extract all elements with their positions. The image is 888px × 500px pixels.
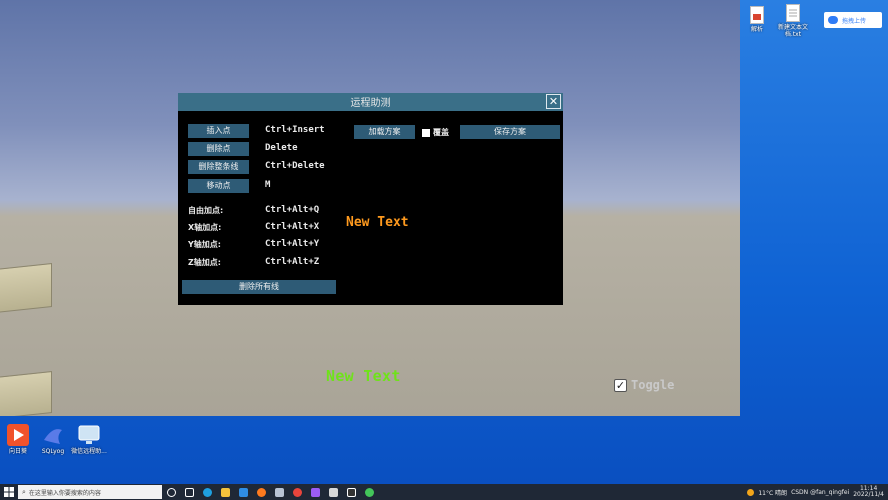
search-placeholder: 在这里输入你要搜索的内容 xyxy=(28,489,101,497)
shortcut-move: M xyxy=(265,180,271,190)
search-circle-icon xyxy=(166,487,176,497)
desktop-icon-textfile[interactable]: 新建文本文 档.txt xyxy=(776,4,810,38)
shortcut-insert: Ctrl+Insert xyxy=(265,125,325,135)
z-axis-label: Z轴加点: xyxy=(188,258,221,267)
panel-title: 运程助测 xyxy=(350,98,391,109)
taskbar-app-edge[interactable] xyxy=(198,484,216,500)
taskbar-app-monitor[interactable] xyxy=(270,484,288,500)
cube-object xyxy=(0,371,52,416)
wechat-icon xyxy=(364,487,374,497)
toggle-checkbox[interactable]: ✓ xyxy=(614,378,627,392)
close-button[interactable]: ✕ xyxy=(546,94,561,109)
edge-icon xyxy=(202,487,212,497)
cover-checkbox[interactable] xyxy=(422,129,430,137)
taskbar-app-taskview[interactable] xyxy=(180,484,198,500)
start-button[interactable] xyxy=(0,484,18,500)
monitor-icon xyxy=(274,487,284,497)
baidu-upload-label: 拖拽上传 xyxy=(842,17,867,25)
taskbar-app-git[interactable] xyxy=(288,484,306,500)
desktop-icon-label: 解析 xyxy=(750,26,763,33)
delete-point-button[interactable]: 删除点 xyxy=(188,142,249,156)
weather-text[interactable]: 11°C 晴朗 xyxy=(758,488,787,497)
delete-line-button[interactable]: 删除整条线 xyxy=(188,160,249,174)
taskbar-app-search[interactable] xyxy=(162,484,180,500)
desktop-icon-parse[interactable]: 解析 xyxy=(744,6,770,33)
free-point-label: 自由加点: xyxy=(188,206,224,215)
windows-icon xyxy=(4,487,14,497)
desktop-icon-label: 向日葵 xyxy=(8,448,27,455)
baidu-upload-button[interactable]: 拖拽上传 xyxy=(824,12,882,28)
cover-label: 覆盖 xyxy=(433,128,449,137)
taskbar-app-unity-hub[interactable] xyxy=(324,484,342,500)
taskbar-app-store[interactable] xyxy=(234,484,252,500)
sunlogin-icon xyxy=(7,424,29,446)
desktop-icon-sqlyog[interactable]: SQLyog xyxy=(38,424,68,455)
shortcut-x-axis: Ctrl+Alt+X xyxy=(265,222,320,232)
shortcut-delete-line: Ctrl+Delete xyxy=(265,161,325,171)
visual-studio-icon xyxy=(310,487,320,497)
shortcut-free-point: Ctrl+Alt+Q xyxy=(265,205,320,215)
clock-date: 2022/11/4 xyxy=(853,491,884,498)
tray-watermark: CSDN @fan_qingfei xyxy=(791,488,850,496)
desktop-icon-label: SQLyog xyxy=(41,448,65,455)
delete-all-lines-button[interactable]: 删除所有线 xyxy=(182,280,336,294)
sqlyog-icon xyxy=(42,424,64,446)
move-point-button[interactable]: 移动点 xyxy=(188,179,249,193)
y-axis-label: Y轴加点: xyxy=(188,240,221,249)
toggle[interactable]: ✓ Toggle xyxy=(614,378,674,392)
path-tool-panel: 运程助测 ✕ 插入点 删除点 删除整条线 移动点 Ctrl+Insert Del… xyxy=(178,93,563,305)
desktop-icon-label: 微信远程助... xyxy=(71,448,107,455)
explorer-icon xyxy=(220,487,230,497)
game-view[interactable]: New Text ✓ Toggle 运程助测 ✕ 插入点 删除点 删除整条线 移… xyxy=(0,0,740,416)
insert-point-button[interactable]: 插入点 xyxy=(188,124,249,138)
bottom-new-text: New Text xyxy=(326,367,401,385)
unity-icon xyxy=(346,487,356,497)
cube-object xyxy=(0,263,52,313)
load-plan-button[interactable]: 加载方案 xyxy=(354,125,415,139)
save-plan-button[interactable]: 保存方案 xyxy=(460,125,560,139)
desktop-icon-sunlogin[interactable]: 向日葵 xyxy=(2,424,34,455)
taskbar-search-input[interactable]: ⌕ 在这里输入你要搜索的内容 xyxy=(18,485,162,499)
system-tray: 11°C 晴朗 CSDN @fan_qingfei 11:14 2022/11/… xyxy=(747,484,888,500)
panel-titlebar[interactable]: 运程助测 ✕ xyxy=(178,93,563,111)
remote-assist-icon xyxy=(78,424,100,446)
text-file-icon xyxy=(786,4,800,22)
taskbar-app-unity[interactable] xyxy=(342,484,360,500)
x-axis-label: X轴加点: xyxy=(188,223,222,232)
desktop: New Text ✓ Toggle 运程助测 ✕ 插入点 删除点 删除整条线 移… xyxy=(0,0,888,484)
taskbar: ⌕ 在这里输入你要搜索的内容 11°C 晴朗 CSDN @fan_qingfei… xyxy=(0,484,888,500)
toggle-label: Toggle xyxy=(631,378,675,392)
git-icon xyxy=(292,487,302,497)
shortcut-y-axis: Ctrl+Alt+Y xyxy=(265,239,320,249)
store-icon xyxy=(238,487,248,497)
desktop-icon-label: 新建文本文 档.txt xyxy=(777,24,808,38)
desktop-icon-remote[interactable]: 微信远程助... xyxy=(70,424,108,455)
shortcut-z-axis: Ctrl+Alt+Z xyxy=(265,257,320,267)
taskbar-app-wechat[interactable] xyxy=(360,484,378,500)
taskbar-app-explorer[interactable] xyxy=(216,484,234,500)
clock[interactable]: 11:14 2022/11/4 xyxy=(853,486,884,498)
firefox-icon xyxy=(256,487,266,497)
unity-hub-icon xyxy=(328,487,338,497)
task-view-icon xyxy=(184,487,194,497)
document-icon xyxy=(750,6,764,24)
weather-icon xyxy=(747,488,755,496)
taskbar-app-visual-studio[interactable] xyxy=(306,484,324,500)
panel-new-text: New Text xyxy=(346,215,409,230)
shortcut-delete: Delete xyxy=(265,143,298,153)
cloud-icon xyxy=(828,16,838,24)
search-icon: ⌕ xyxy=(22,487,26,496)
taskbar-app-firefox[interactable] xyxy=(252,484,270,500)
